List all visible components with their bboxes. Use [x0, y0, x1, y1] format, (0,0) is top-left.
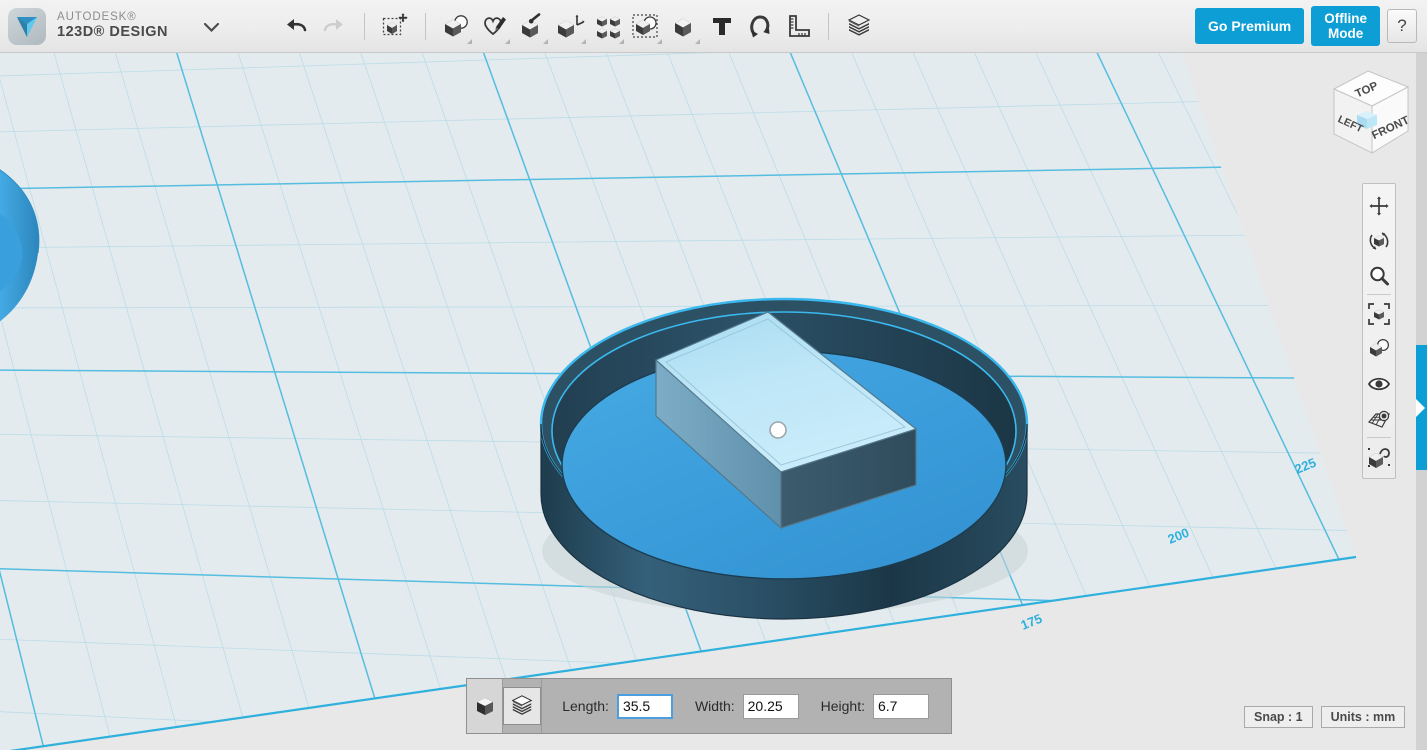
- material-stack-icon[interactable]: [840, 6, 878, 46]
- material-stack-icon: [503, 687, 541, 725]
- undo-arrow-icon[interactable]: [277, 6, 315, 46]
- primitive-options-toolbar: Length: Width: Height:: [466, 678, 952, 734]
- orbit-cube-icon[interactable]: [1363, 223, 1395, 258]
- combine-cube-icon[interactable]: [665, 6, 703, 46]
- offline-mode-line2: Mode: [1328, 26, 1363, 41]
- view-navigation-toolbar: [1362, 183, 1396, 479]
- nav-separator: [1367, 294, 1391, 295]
- viewport-canvas[interactable]: 225 200 175: [0, 53, 1427, 750]
- redo-arrow-icon[interactable]: [315, 6, 353, 46]
- top-toolbar: AUTODESK® 123D® DESIGN: [0, 0, 1427, 53]
- toolbar-icons: [277, 6, 878, 46]
- dropdown-caret-icon[interactable]: [467, 39, 472, 44]
- ruler-measure-icon[interactable]: [779, 6, 817, 46]
- brand-company: AUTODESK®: [57, 11, 168, 24]
- grouping-cube-circle-icon[interactable]: [627, 6, 665, 46]
- dropdown-caret-icon[interactable]: [657, 39, 662, 44]
- text-t-icon[interactable]: [703, 6, 741, 46]
- transform-cube-move-icon[interactable]: [376, 6, 414, 46]
- shading-cube-sphere-icon[interactable]: [1363, 331, 1395, 366]
- chevron-down-icon[interactable]: [198, 14, 225, 39]
- height-input[interactable]: [873, 694, 929, 719]
- material-magnet-cube-icon[interactable]: [1363, 439, 1395, 474]
- toolbar-separator: [364, 13, 365, 40]
- dropdown-caret-icon[interactable]: [581, 39, 586, 44]
- toolbar-separator: [828, 13, 829, 40]
- grid-sphere-icon[interactable]: [1363, 401, 1395, 436]
- height-label: Height:: [821, 698, 865, 714]
- primitives-cube-sphere-icon[interactable]: [437, 6, 475, 46]
- dropdown-caret-icon[interactable]: [695, 39, 700, 44]
- dropdown-caret-icon[interactable]: [505, 39, 510, 44]
- brand-product: 123D® DESIGN: [57, 24, 168, 40]
- toolbar-separator: [425, 13, 426, 40]
- magnifier-zoom-icon[interactable]: [1363, 258, 1395, 293]
- brand-text: AUTODESK® 123D® DESIGN: [57, 11, 168, 40]
- autodesk-chevron-logo: [8, 7, 46, 45]
- model-dish-with-box: [541, 299, 1028, 619]
- construct-extrude-icon[interactable]: [513, 6, 551, 46]
- modify-cube-axis-icon[interactable]: [551, 6, 589, 46]
- help-button[interactable]: ?: [1387, 9, 1417, 43]
- length-input[interactable]: [617, 694, 673, 719]
- sketch-pencil-icon[interactable]: [475, 6, 513, 46]
- center-handle-dot: [770, 422, 786, 438]
- brand: AUTODESK® 123D® DESIGN: [0, 7, 225, 45]
- dropdown-caret-icon[interactable]: [619, 39, 624, 44]
- offline-mode-line1: Offline: [1324, 11, 1367, 26]
- top-right-actions: Go Premium Offline Mode ?: [1195, 6, 1427, 46]
- units-status[interactable]: Units : mm: [1321, 706, 1406, 728]
- eye-visibility-icon[interactable]: [1363, 366, 1395, 401]
- pan-four-arrows-icon[interactable]: [1363, 188, 1395, 223]
- offline-mode-button[interactable]: Offline Mode: [1311, 6, 1380, 46]
- pattern-four-cubes-icon[interactable]: [589, 6, 627, 46]
- length-label: Length:: [562, 698, 609, 714]
- snap-status[interactable]: Snap : 1: [1244, 706, 1313, 728]
- magnet-snap-icon[interactable]: [741, 6, 779, 46]
- panel-expand-arrow-icon[interactable]: [1416, 345, 1427, 470]
- viewcube[interactable]: TOP LEFT FRONT: [1324, 61, 1416, 166]
- cube-primitive-icon[interactable]: [467, 679, 503, 733]
- width-label: Width:: [695, 698, 735, 714]
- go-premium-button[interactable]: Go Premium: [1195, 8, 1304, 44]
- status-bar: Snap : 1 Units : mm: [1244, 706, 1405, 728]
- width-input[interactable]: [743, 694, 799, 719]
- fit-to-view-bracket-cube-icon[interactable]: [1363, 296, 1395, 331]
- material-stack-button[interactable]: [503, 679, 542, 733]
- nav-separator: [1367, 437, 1391, 438]
- dropdown-caret-icon[interactable]: [543, 39, 548, 44]
- panel-tab-notch: [1416, 399, 1425, 417]
- dimension-fields: Length: Width: Height:: [542, 694, 951, 719]
- app-root: AUTODESK® 123D® DESIGN: [0, 0, 1427, 750]
